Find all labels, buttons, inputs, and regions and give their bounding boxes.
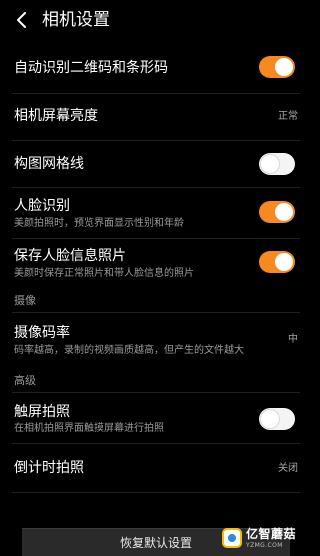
setting-label: 触屏拍照: [14, 404, 70, 420]
save-face-toggle[interactable]: [259, 251, 295, 273]
setting-label: 摄像码率: [14, 325, 70, 341]
brightness-value: 正常: [278, 111, 298, 122]
grid-toggle[interactable]: [259, 153, 295, 175]
section-title-advanced: 高级: [14, 374, 36, 387]
toggle-knob: [275, 203, 293, 221]
touch-shoot-toggle[interactable]: [259, 408, 295, 430]
setting-row-save-face[interactable]: 保存人脸信息照片 美颜时保存正常照片和带人脸信息的照片: [0, 239, 312, 289]
setting-label: 相机屏幕亮度: [14, 108, 98, 124]
setting-row-qr-scan[interactable]: 自动识别二维码和条形码: [0, 42, 312, 94]
bitrate-value: 中: [288, 334, 298, 345]
back-arrow-icon[interactable]: [12, 9, 32, 31]
setting-description: 码率越高，录制的视频画质越高，但产生的文件越大: [14, 345, 244, 356]
setting-row-touch-shoot[interactable]: 触屏拍照 在相机拍照界面触摸屏幕进行拍照: [0, 393, 312, 443]
setting-label: 倒计时拍照: [14, 460, 84, 476]
watermark-name: 亿智蘑菇: [246, 527, 297, 541]
timer-value: 关闭: [278, 463, 298, 474]
page-title: 相机设置: [42, 10, 110, 30]
setting-label: 自动识别二维码和条形码: [14, 60, 168, 76]
face-detect-toggle[interactable]: [259, 201, 295, 223]
qr-scan-toggle[interactable]: [259, 56, 295, 78]
setting-row-brightness[interactable]: 相机屏幕亮度 正常: [0, 94, 312, 140]
setting-row-timer[interactable]: 倒计时拍照 关闭: [0, 444, 312, 492]
setting-row-grid[interactable]: 构图网格线: [0, 141, 312, 187]
toggle-knob: [261, 155, 279, 173]
header: 相机设置: [0, 0, 312, 42]
setting-row-bitrate[interactable]: 摄像码率 码率越高，录制的视频画质越高，但产生的文件越大 中: [0, 313, 312, 365]
setting-label: 构图网格线: [14, 156, 84, 172]
section-title-video: 摄像: [14, 294, 36, 307]
setting-description: 在相机拍照界面触摸屏幕进行拍照: [14, 423, 164, 434]
watermark: 亿智蘑菇 YZMG.COM: [222, 526, 308, 554]
toggle-knob: [275, 253, 293, 271]
toggle-knob: [275, 58, 293, 76]
setting-label: 人脸识别: [14, 198, 70, 214]
setting-description: 美颜时保存正常照片和带人脸信息的照片: [14, 268, 194, 279]
setting-description: 美颜拍照时，预览界面显示性别和年龄: [14, 218, 184, 229]
watermark-url: YZMG.COM: [246, 542, 283, 549]
watermark-logo-icon: [222, 528, 242, 548]
divider: [12, 492, 300, 493]
toggle-knob: [261, 410, 279, 428]
setting-label: 保存人脸信息照片: [14, 248, 126, 264]
setting-row-face-detect[interactable]: 人脸识别 美颜拍照时，预览界面显示性别和年龄: [0, 188, 312, 238]
